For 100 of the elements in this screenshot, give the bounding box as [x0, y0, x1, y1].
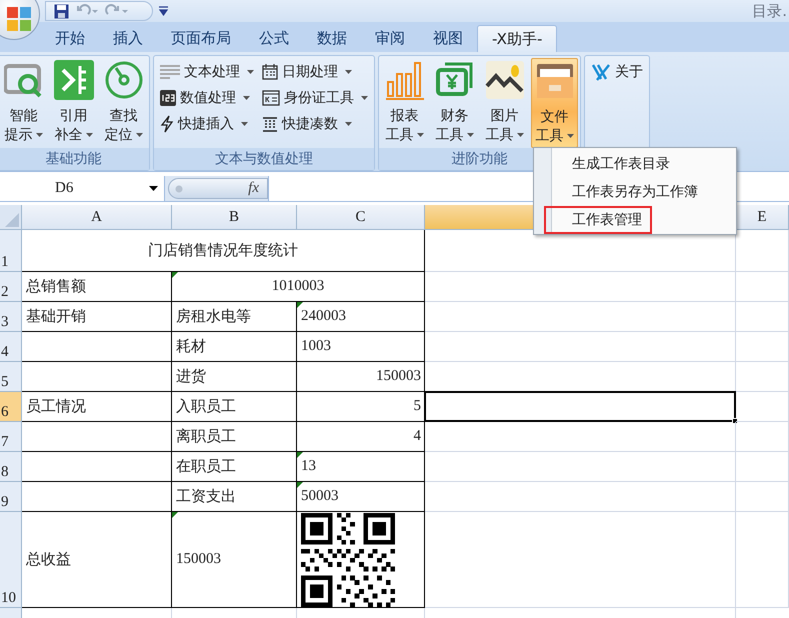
column-header[interactable]: B: [172, 205, 297, 230]
cell-text: 1010003: [272, 277, 324, 296]
ribbon-button[interactable]: 快捷凑数: [262, 111, 368, 137]
group-title: 文本与数值处理: [154, 148, 374, 170]
ribbon-button[interactable]: 身份证工具: [262, 85, 368, 111]
ribbon-tab[interactable]: -X助手-: [477, 25, 558, 52]
cell-text: 240003: [301, 307, 346, 326]
office-logo-icon: [6, 6, 32, 32]
row-header[interactable]: 7: [0, 422, 22, 452]
column-header[interactable]: A: [22, 205, 172, 230]
lightning-icon: [160, 115, 174, 133]
cell-text: 房租水电等: [176, 306, 251, 328]
ribbon-button[interactable]: 文件 工具: [531, 58, 578, 148]
ribbon-button[interactable]: 日期处理: [262, 59, 368, 85]
empty-cell: [736, 452, 789, 482]
button-label: 智能: [10, 107, 38, 125]
button-label: 定位: [104, 126, 132, 145]
folder-icon: [534, 61, 574, 101]
cell-text: 4: [414, 427, 421, 446]
cell-text: 150003: [176, 550, 221, 570]
column-header[interactable]: E: [736, 205, 789, 230]
button-label: 图片: [490, 107, 518, 125]
empty-cell: [736, 302, 789, 332]
row-header[interactable]: 8: [0, 452, 22, 482]
button-label: 财务: [440, 107, 468, 125]
cell-text: 在职员工: [176, 456, 236, 478]
row-header[interactable]: 9: [0, 482, 22, 512]
column-header[interactable]: C: [297, 205, 425, 230]
ribbon-tab[interactable]: 公式: [245, 25, 303, 52]
button-label: 补全: [54, 126, 82, 145]
cell-text: 13: [301, 457, 316, 476]
row-header[interactable]: 4: [0, 332, 22, 362]
row-header[interactable]: 10: [0, 512, 22, 608]
cell-text: 门店销售情况年度统计: [148, 240, 298, 262]
ribbon-tab[interactable]: 视图: [419, 25, 477, 52]
cell-text: 离职员工: [176, 426, 236, 448]
menu-item[interactable]: 工作表管理: [544, 206, 652, 234]
empty-cell: [736, 272, 789, 302]
cell-text: 耗材: [176, 336, 206, 358]
group-title: 基础功能: [0, 148, 149, 170]
button-label: 工具: [436, 126, 464, 145]
lines-icon: [160, 64, 180, 80]
menu-item[interactable]: 工作表另存为工作簿: [544, 178, 708, 206]
button-label: 工具: [536, 127, 564, 146]
number-block-icon: [160, 90, 176, 106]
empty-cell: [736, 422, 789, 452]
button-label: 报表: [390, 107, 418, 125]
ribbon-tab[interactable]: 开始: [41, 25, 99, 52]
ribbon-tab[interactable]: 页面布局: [157, 25, 245, 52]
window-title: 目录.: [752, 0, 787, 22]
target-icon: [104, 60, 144, 100]
customize-toolbar-icon[interactable]: [159, 6, 168, 16]
save-icon[interactable]: [54, 4, 69, 18]
cell-text: 工资支出: [176, 486, 236, 508]
ribbon-button[interactable]: 引用 补全: [50, 58, 97, 148]
ribbon-tab[interactable]: 数据: [303, 25, 361, 52]
row-header[interactable]: 1: [0, 230, 22, 272]
cell-text: 基础开销: [26, 306, 86, 328]
button-label: 提示: [4, 126, 32, 145]
ribbon-button[interactable]: 图片 工具: [481, 58, 528, 148]
cell-text: 进货: [176, 366, 206, 388]
caret-icon: [149, 186, 158, 191]
button-label: 文件: [540, 108, 568, 126]
id-card-icon: [262, 90, 280, 106]
cell-text: 员工情况: [26, 396, 86, 418]
cell-text: 150003: [376, 367, 421, 386]
ribbon-button[interactable]: 文本处理: [160, 59, 254, 85]
empty-cell: [736, 392, 789, 422]
bar-chart-icon: [384, 60, 424, 100]
ribbon-button[interactable]: 查找 定位: [100, 58, 147, 148]
row-header[interactable]: 2: [0, 272, 22, 302]
insert-function-button[interactable]: fx: [248, 177, 259, 200]
button-label: 工具: [386, 126, 414, 145]
ribbon-button[interactable]: 关于: [591, 59, 643, 85]
button-label: 查找: [110, 107, 138, 125]
row-header[interactable]: 6: [0, 392, 22, 422]
empty-cell: [736, 482, 789, 512]
calculator-icon: [262, 116, 278, 132]
image-icon: [484, 60, 524, 100]
ribbon-button[interactable]: 快捷插入: [160, 111, 254, 137]
ribbon-tab[interactable]: 插入: [99, 25, 157, 52]
grip-dot-icon: [175, 184, 183, 192]
ribbon-button[interactable]: 财务 工具: [431, 58, 478, 148]
cell-text: 5: [414, 397, 421, 416]
corner-triangle-icon: [5, 213, 19, 227]
cell-text: 总收益: [26, 549, 71, 570]
button-label: 引用: [60, 107, 88, 125]
empty-cell: [736, 332, 789, 362]
name-box[interactable]: D6: [0, 176, 165, 201]
row-header[interactable]: 5: [0, 362, 22, 392]
button-label: 工具: [486, 126, 514, 145]
logo-icon: [591, 63, 611, 81]
ribbon-tab[interactable]: 审阅: [361, 25, 419, 52]
row-header[interactable]: 3: [0, 302, 22, 332]
cell-text: 50003: [301, 487, 338, 506]
ribbon-button[interactable]: 报表 工具: [381, 58, 428, 148]
cell-text: 总销售额: [26, 276, 86, 298]
ribbon-button[interactable]: 智能 提示: [0, 58, 47, 148]
empty-cell: [736, 362, 789, 392]
ribbon-button[interactable]: 数值处理: [160, 85, 254, 111]
